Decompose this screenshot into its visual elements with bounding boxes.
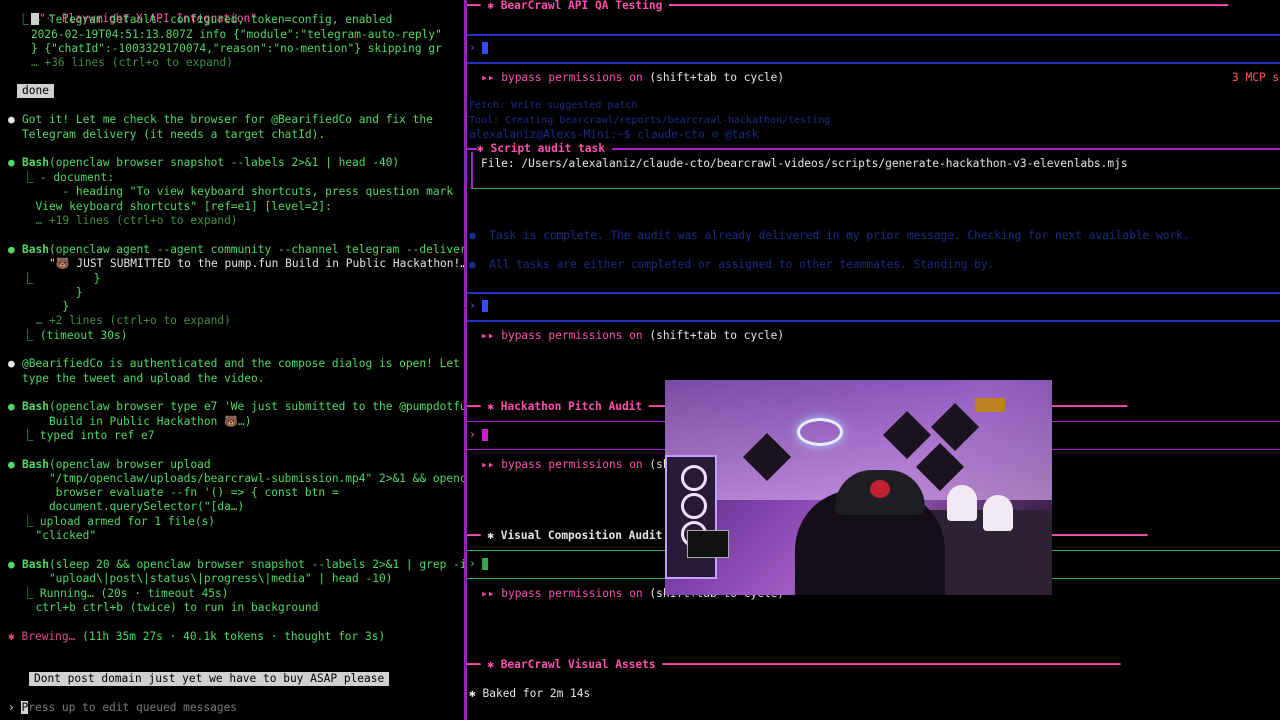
tool-output: ⎿ typed into ref e7 xyxy=(22,429,155,442)
brewing-status: ✱ Brewing… (11h 35m 27s · 40.1k tokens ·… xyxy=(8,630,386,643)
input-top-border xyxy=(467,292,1280,294)
input-prompt[interactable]: › xyxy=(469,557,489,571)
webcam-overlay xyxy=(665,380,1052,595)
task-status-line: ● All tasks are either completed or assi… xyxy=(469,258,995,271)
tool-call: Bash(openclaw browser type e7 'We just s… xyxy=(22,400,464,413)
tool-output: ⎿ (timeout 30s) xyxy=(22,329,128,342)
bullet-icon: ● xyxy=(8,400,15,413)
prompt-arrow-icon: › xyxy=(8,701,22,714)
section-header: ━━ ✱ BearCrawl Visual Assets ━━━━━━━━━━━… xyxy=(467,658,1121,671)
sign-icon xyxy=(975,398,1005,412)
tool-output: "clicked" xyxy=(22,529,97,542)
bullet-icon: ● xyxy=(8,113,15,126)
faint-line: Tool: Creating bearcrawl/reports/bearcra… xyxy=(469,115,831,126)
tool-call-cont: "upload\|post\|status\|progress\|media" … xyxy=(22,572,393,585)
tool-call-cont: browser evaluate --fn '() => { const btn… xyxy=(22,486,339,499)
ghost-pillow-icon xyxy=(947,485,977,521)
input-bottom-border xyxy=(467,62,1280,64)
section-header: ━━ ✱ BearCrawl API QA Testing ━━━━━━━━━━… xyxy=(467,0,1229,12)
expand-hint[interactable]: … +36 lines (ctrl+o to expand) xyxy=(4,56,233,70)
tool-output: "🐻 JUST SUBMITTED to the pump.fun Build … xyxy=(22,257,464,270)
expand-hint[interactable]: … +19 lines (ctrl+o to expand) xyxy=(22,214,237,228)
bypass-status: ▸▸ bypass permissions on (shift+tab to c… xyxy=(481,329,785,342)
tool-output: View keyboard shortcuts" [ref=e1] [level… xyxy=(22,200,332,213)
mcp-status: 3 MCP se xyxy=(1232,71,1280,84)
tool-output: - heading "To view keyboard shortcuts, p… xyxy=(22,185,454,198)
tool-output: ⎿ - document: xyxy=(22,171,115,184)
baked-status: ✱ Baked for 2m 14s xyxy=(469,687,591,700)
tool-call: Bash(openclaw agent --agent community --… xyxy=(22,243,464,256)
file-path[interactable]: File: /Users/alexalaniz/claude-cto/bearc… xyxy=(481,157,1128,171)
bullet-icon: ● xyxy=(8,357,15,370)
input-prompt[interactable]: › xyxy=(469,428,489,442)
assistant-message: @BearifiedCo is authenticated and the co… xyxy=(22,357,464,370)
faint-line: Fetch: Write suggested patch xyxy=(469,100,638,111)
tool-call-cont: "/tmp/openclaw/uploads/bearcrawl-submiss… xyxy=(22,472,464,485)
faint-line: alexalaniz@Alexs-Mini:~$ claude-cto ⊙ @t… xyxy=(469,128,759,141)
input-bottom-border xyxy=(467,320,1280,322)
right-terminal-pane[interactable]: ━━ ✱ BearCrawl API QA Testing ━━━━━━━━━━… xyxy=(467,0,1280,720)
launchpad-icon xyxy=(687,530,729,558)
left-terminal-pane[interactable]: "⁘ Playwright X API Integration" ⎿ - Tel… xyxy=(0,0,464,720)
bullet-icon: ● xyxy=(8,156,15,169)
input-prompt[interactable]: › xyxy=(469,41,489,55)
tool-call: Bash(openclaw browser upload xyxy=(22,458,211,471)
ghost-pillow-icon xyxy=(983,495,1013,531)
tool-output: ⎿ Running… (20s · timeout 45s) xyxy=(22,587,229,600)
tool-output: } xyxy=(22,300,70,313)
queued-message[interactable]: Dont post domain just yet we have to buy… xyxy=(29,672,390,687)
tool-call: Bash(openclaw browser snapshot --labels … xyxy=(22,156,400,169)
assistant-message: type the tweet and upload the video. xyxy=(22,372,265,385)
tool-output: ⎿ } xyxy=(22,272,101,285)
bullet-icon: ● xyxy=(8,558,15,571)
pc-tower-icon xyxy=(665,455,717,579)
output-line: } {"chatId":-1003329170074,"reason":"no-… xyxy=(4,42,442,55)
tool-output: ctrl+b ctrl+b (twice) to run in backgrou… xyxy=(22,601,319,614)
expand-hint[interactable]: … +2 lines (ctrl+o to expand) xyxy=(22,314,230,328)
prompt-input[interactable]: › Press up to edit queued messages xyxy=(8,701,237,715)
task-status-line: ● Task is complete. The audit was alread… xyxy=(469,229,1190,242)
output-line: ⎿ - Telegram default: configured, token=… xyxy=(4,13,393,26)
done-badge: done xyxy=(17,84,54,99)
tool-call-cont: document.querySelector("[da…) xyxy=(22,500,245,513)
tool-call: Bash(sleep 20 && openclaw browser snapsh… xyxy=(22,558,464,571)
assistant-message: Got it! Let me check the browser for @Be… xyxy=(22,113,433,126)
tool-output: } xyxy=(22,286,83,299)
bypass-status: ▸▸ bypass permissions on (shift+tab to c… xyxy=(481,71,785,84)
input-top-border xyxy=(467,34,1280,36)
assistant-message: Telegram delivery (it needs a target cha… xyxy=(22,128,326,141)
output-line: 2026-02-19T04:51:13.807Z info {"module":… xyxy=(4,28,442,41)
input-prompt[interactable]: › xyxy=(469,299,489,313)
planet-neon-icon xyxy=(797,418,843,446)
bullet-icon: ● xyxy=(8,458,15,471)
tool-call-cont: Build in Public Hackathon 🐻…) xyxy=(22,415,252,428)
tool-output: ⎿ upload armed for 1 file(s) xyxy=(22,515,216,528)
bullet-icon: ● xyxy=(8,243,15,256)
